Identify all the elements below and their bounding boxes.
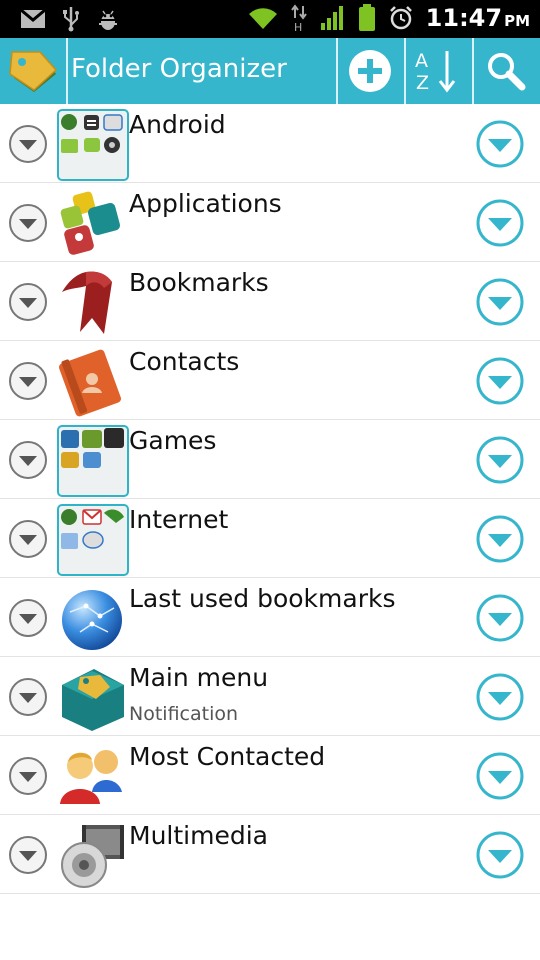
data-transfer-icon: H (290, 4, 307, 32)
list-item[interactable]: Android (0, 104, 540, 183)
internet-folder-icon (56, 503, 129, 576)
android-folder-icon (56, 108, 129, 181)
usb-icon (63, 7, 79, 32)
status-bar: H 11:47 PM (0, 0, 540, 38)
sort-az-icon: A Z (415, 50, 456, 94)
search-button[interactable] (474, 38, 538, 104)
expand-button[interactable] (8, 835, 48, 875)
games-folder-icon (56, 424, 129, 497)
item-label: Last used bookmarks (129, 584, 396, 613)
clock-ampm: PM (504, 12, 530, 30)
item-label: Android (129, 110, 226, 139)
item-menu-button[interactable] (476, 594, 524, 642)
list-item[interactable]: Last used bookmarks (0, 578, 540, 657)
item-menu-button[interactable] (476, 278, 524, 326)
list-item[interactable]: Contacts (0, 341, 540, 420)
item-label: Applications (129, 189, 282, 218)
main-menu-folder-icon (62, 669, 124, 731)
svg-text:A: A (415, 50, 428, 72)
folder-organizer-tag-icon[interactable] (6, 48, 60, 96)
appbar-divider (66, 38, 68, 104)
item-menu-button[interactable] (476, 357, 524, 405)
item-menu-button[interactable] (476, 436, 524, 484)
item-label: Contacts (129, 347, 240, 376)
expand-button[interactable] (8, 519, 48, 559)
gmail-icon (20, 9, 46, 28)
item-menu-button[interactable] (476, 752, 524, 800)
expand-button[interactable] (8, 282, 48, 322)
alarm-icon (389, 6, 412, 30)
item-label: Most Contacted (129, 742, 326, 771)
item-menu-button[interactable] (476, 831, 524, 879)
svg-text:H: H (294, 21, 302, 32)
expand-button[interactable] (8, 677, 48, 717)
item-label: Games (129, 426, 217, 455)
item-menu-button[interactable] (476, 199, 524, 247)
app-bar: Folder Organizer A Z (0, 38, 540, 104)
globe-icon (62, 590, 122, 650)
item-menu-button[interactable] (476, 673, 524, 721)
folder-list: Android Applications Bookmarks Contacts … (0, 104, 540, 894)
list-item[interactable]: Bookmarks (0, 262, 540, 341)
list-item[interactable]: Applications (0, 183, 540, 262)
expand-button[interactable] (8, 124, 48, 164)
expand-button[interactable] (8, 756, 48, 796)
expand-button[interactable] (8, 361, 48, 401)
item-menu-button[interactable] (476, 515, 524, 563)
battery-icon (358, 4, 375, 31)
list-item[interactable]: Multimedia (0, 815, 540, 894)
applications-blocks-icon (60, 191, 121, 255)
signal-icon (320, 6, 343, 30)
android-debug-icon (99, 10, 117, 30)
list-item[interactable]: Games (0, 420, 540, 499)
list-item[interactable]: Internet (0, 499, 540, 578)
item-label: Main menu (129, 663, 269, 692)
item-label: Internet (129, 505, 229, 534)
item-label: Bookmarks (129, 268, 269, 297)
expand-button[interactable] (8, 598, 48, 638)
search-icon (488, 53, 526, 91)
item-sublabel: Notification (129, 703, 239, 725)
multimedia-speaker-icon (61, 825, 124, 888)
expand-button[interactable] (8, 440, 48, 480)
sort-button[interactable]: A Z (406, 38, 470, 104)
wifi-icon (248, 8, 277, 29)
expand-button[interactable] (8, 203, 48, 243)
item-menu-button[interactable] (476, 120, 524, 168)
list-item[interactable]: Most Contacted (0, 736, 540, 815)
add-folder-button[interactable] (338, 38, 402, 104)
item-label: Multimedia (129, 821, 268, 850)
bookmark-ribbon-icon (62, 271, 112, 334)
clock: 11:47 PM (426, 4, 530, 32)
list-item[interactable]: Main menu Notification (0, 657, 540, 736)
add-icon (349, 50, 391, 92)
svg-text:Z: Z (416, 72, 429, 94)
people-icon (60, 750, 122, 804)
contacts-book-icon (58, 349, 122, 417)
clock-time: 11:47 (425, 4, 503, 32)
app-title: Folder Organizer (71, 54, 287, 84)
